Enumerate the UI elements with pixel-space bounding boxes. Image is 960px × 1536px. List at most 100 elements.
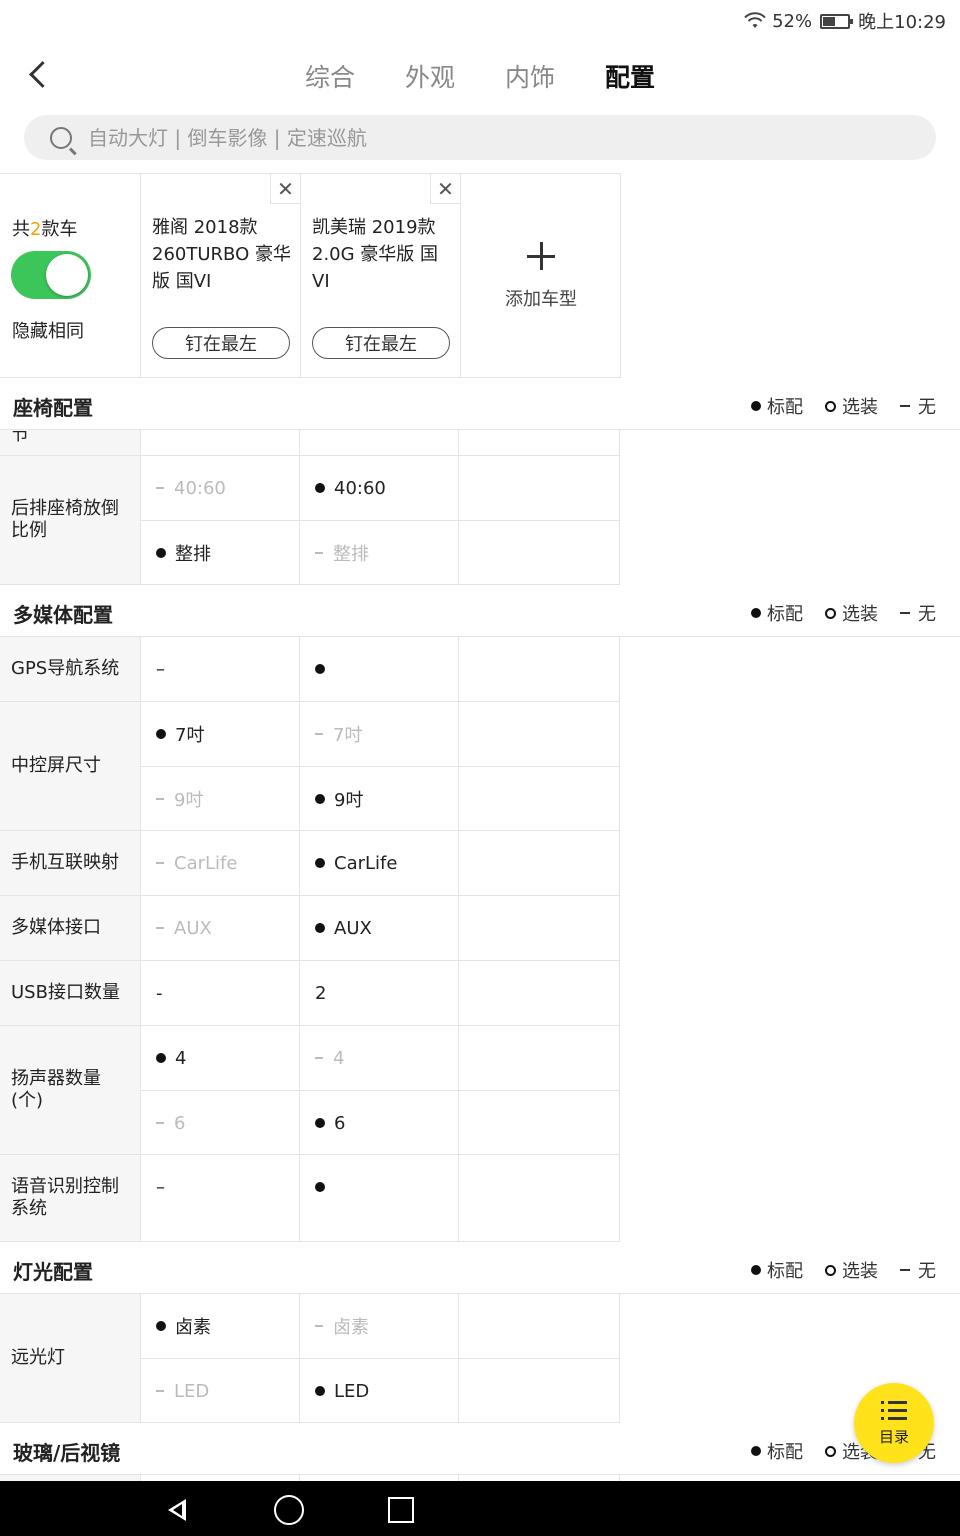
nav-back-icon[interactable] [158, 1491, 198, 1527]
option-value: – [156, 658, 165, 680]
tab-exterior[interactable]: 外观 [400, 54, 460, 98]
row-label: 中控屏尺寸 [0, 702, 141, 830]
row-label: GPS导航系统 [0, 637, 141, 701]
system-nav-bar [0, 1481, 960, 1536]
cell-car1: – [141, 1155, 300, 1241]
optional-ring-icon [825, 607, 836, 619]
row-label: 扬声器数量(个) [0, 1026, 141, 1154]
standard-dot-icon [751, 1446, 761, 1456]
cell-car1: 4 6 [141, 1026, 300, 1154]
cell-empty [459, 961, 620, 1025]
search-icon [50, 126, 72, 149]
section-header-lights: 灯光配置 标配 选装 无 [0, 1242, 960, 1294]
car-name: 凯美瑞 2019款 2.0G 豪华版 国VI [312, 217, 439, 292]
close-icon[interactable]: ✕ [270, 174, 300, 204]
cell-empty [459, 430, 620, 455]
tab-interior[interactable]: 内饰 [500, 54, 560, 98]
section-title: 玻璃/后视镜 [13, 1441, 121, 1465]
row-label: 手机互联映射 [0, 831, 141, 895]
status-bar: 52% 晚上10:29 [0, 0, 960, 40]
cell-car1 [141, 430, 300, 455]
legend: 标配 选装 无 [751, 600, 936, 626]
toggle-knob [46, 254, 88, 296]
car-column-2: ✕ 凯美瑞 2019款 2.0G 豪华版 国VI 钉在最左 [301, 174, 461, 377]
empty-cell [459, 702, 619, 767]
legend: 标配 选装 无 [751, 393, 936, 419]
option-value [300, 1155, 458, 1219]
cell-empty [459, 896, 620, 960]
search-input[interactable] [88, 125, 936, 150]
legend-none: 无 [900, 600, 936, 626]
cell-car2: AUX [300, 896, 459, 960]
empty-cell [459, 1091, 619, 1155]
compare-controls: 共2款车 隐藏相同 [0, 174, 141, 377]
config-table[interactable]: 座椅配置 标配 选装 无 节 后排座椅放倒比例 40:60 整排 40:60 整… [0, 378, 960, 1481]
option-value: 卤素 [141, 1294, 299, 1359]
cell-car2: 7吋 9吋 [300, 702, 459, 830]
search-bar[interactable] [24, 115, 936, 160]
cell-empty [459, 702, 620, 830]
nav-recent-icon[interactable] [380, 1491, 420, 1527]
option-value: 4 [300, 1026, 458, 1091]
back-arrow-icon[interactable] [18, 52, 58, 96]
row-label: 节 [0, 430, 141, 455]
cell-car1: 卤素 LED [141, 1294, 300, 1422]
app-root: 52% 晚上10:29 综合 外观 内饰 配置 共2款车 隐藏相同 ✕ 雅阁 2… [0, 0, 960, 1536]
tab-overview[interactable]: 综合 [300, 54, 360, 98]
table-row: 手机互联映射 CarLife CarLife [0, 831, 620, 896]
option-value: – [156, 1176, 165, 1198]
table-row: 语音识别控制系统 – [0, 1155, 620, 1242]
option-value: 40:60 [141, 456, 299, 521]
hide-same-label: 隐藏相同 [12, 321, 84, 342]
standard-dot-icon [751, 1265, 761, 1275]
none-dash-icon [900, 612, 910, 614]
empty-cell [459, 1026, 619, 1091]
close-icon[interactable]: ✕ [430, 174, 460, 204]
pin-left-button[interactable]: 钉在最左 [312, 327, 450, 359]
section-title: 灯光配置 [13, 1260, 93, 1284]
legend-standard: 标配 [751, 393, 803, 419]
standard-dot-icon [751, 401, 761, 411]
cell-car1: 7吋 9吋 [141, 702, 300, 830]
table-row-partial: 节 [0, 430, 620, 456]
option-value: 7吋 [141, 702, 299, 767]
cell-car1: 40:60 整排 [141, 456, 300, 584]
add-car-button[interactable]: 添加车型 [461, 174, 621, 377]
tab-config[interactable]: 配置 [600, 54, 660, 98]
cell-car2 [300, 430, 459, 455]
cell-car2: CarLife [300, 831, 459, 895]
legend-standard: 标配 [751, 600, 803, 626]
catalog-button[interactable]: 目录 [854, 1383, 934, 1463]
none-dash-icon [900, 405, 910, 407]
empty-cell [459, 1359, 619, 1423]
car-count-suffix: 款车 [41, 219, 78, 240]
list-icon [881, 1401, 907, 1421]
hide-same-toggle[interactable] [11, 251, 91, 299]
empty-cell [459, 456, 619, 521]
optional-ring-icon [825, 1264, 836, 1276]
tab-bar: 综合 外观 内饰 配置 [300, 54, 660, 98]
option-value: LED [300, 1359, 458, 1423]
legend-standard: 标配 [751, 1257, 803, 1283]
clock: 晚上10:29 [858, 12, 946, 33]
catalog-label: 目录 [878, 1428, 909, 1446]
option-value: AUX [300, 896, 458, 960]
battery-icon [820, 13, 854, 29]
row-label: 多媒体接口 [0, 896, 141, 960]
option-value: 40:60 [300, 456, 458, 521]
cell-empty [459, 831, 620, 895]
top-nav: 综合 外观 内饰 配置 [0, 40, 960, 110]
car-count-prefix: 共 [12, 219, 30, 240]
option-value: 6 [141, 1091, 299, 1155]
legend-optional: 选装 [825, 1257, 878, 1283]
cell-car2: 40:60 整排 [300, 456, 459, 584]
battery-percent: 52% [772, 10, 813, 32]
pin-left-button[interactable]: 钉在最左 [152, 327, 290, 359]
option-value: 7吋 [300, 702, 458, 767]
option-value: 9吋 [141, 767, 299, 831]
nav-home-icon[interactable] [268, 1491, 308, 1527]
empty-cell [459, 767, 619, 831]
option-value: - [156, 982, 163, 1004]
section-header-media: 多媒体配置 标配 选装 无 [0, 585, 960, 637]
add-car-label: 添加车型 [505, 289, 577, 310]
